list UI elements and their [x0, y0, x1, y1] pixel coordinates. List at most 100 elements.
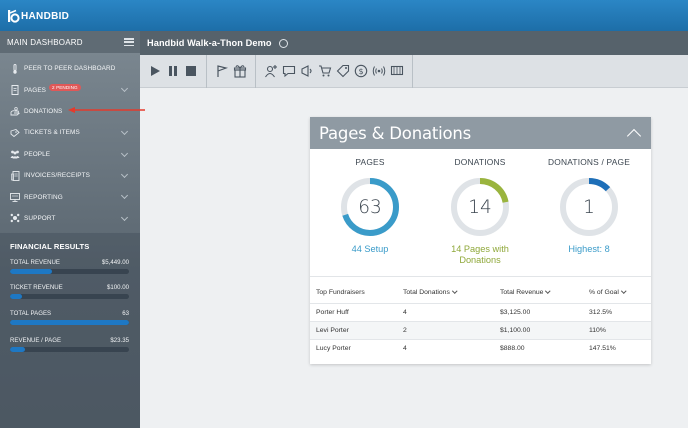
play-icon[interactable]	[147, 63, 163, 79]
toolbar: $	[140, 54, 688, 88]
svg-text:$: $	[358, 67, 363, 76]
donations-per-page-stat: DONATIONS / PAGE 1 Highest: 8	[534, 149, 644, 255]
document-icon	[10, 85, 20, 96]
sidebar-item-label: REPORTING	[24, 193, 63, 201]
stats-row: PAGES 63 44 Setup DONATIONS 14 14 Pages …	[310, 149, 651, 277]
cell-name: Lucy Porter	[310, 339, 397, 358]
table-row[interactable]: Lucy Porter 4 $888.00 147.51%	[310, 339, 651, 358]
cell-donations: 4	[397, 302, 494, 322]
flag-icon[interactable]	[214, 63, 230, 79]
donut-value: 63	[358, 196, 382, 218]
cell-name: Porter Huff	[310, 302, 397, 322]
tag-icon[interactable]	[335, 63, 351, 79]
add-user-icon[interactable]	[263, 63, 279, 79]
sidebar-item-label: SUPPORT	[24, 214, 56, 222]
col-total-revenue[interactable]: Total Revenue	[494, 283, 583, 303]
sidebar-header: MAIN DASHBOARD	[0, 31, 140, 53]
sidebar-item-label: DONATIONS	[24, 107, 63, 115]
chevron-down-icon	[120, 85, 129, 93]
fin-label: TOTAL REVENUE	[10, 259, 61, 266]
red-arrow-annotation	[68, 107, 145, 113]
financial-results-title: FINANCIAL RESULTS	[10, 242, 90, 251]
table-row[interactable]: Porter Huff 4 $3,125.00 312.5%	[310, 302, 651, 322]
logo-text: HANDBID	[21, 10, 70, 22]
progress-fill	[10, 294, 22, 299]
chevron-down-icon	[120, 170, 129, 178]
gear-icon[interactable]	[278, 38, 288, 48]
event-tools	[207, 54, 256, 88]
col-label: Total Revenue	[500, 289, 544, 297]
report-icon	[10, 192, 20, 202]
communication-tools: $	[256, 54, 413, 88]
signal-icon[interactable]	[371, 63, 387, 79]
sidebar-item-pages[interactable]: PAGES 2 PENDING	[0, 79, 140, 100]
sort-chevron-icon	[545, 288, 551, 293]
cell-revenue: $3,125.00	[494, 302, 583, 322]
handbid-logo-icon	[8, 9, 20, 23]
donations-stat: DONATIONS 14 14 Pages with Donations	[425, 149, 535, 266]
sidebar-item-invoices-receipts[interactable]: INVOICES/RECEIPTS	[0, 165, 140, 186]
ticket-icon	[10, 128, 20, 138]
donut-value: 14	[468, 196, 492, 218]
cart-icon[interactable]	[317, 63, 333, 79]
fin-label: TICKET REVENUE	[10, 284, 63, 291]
display-icon[interactable]	[389, 63, 405, 79]
stat-label: PAGES	[355, 157, 385, 167]
col-label: % of Goal	[589, 289, 619, 297]
progress-track	[10, 347, 129, 352]
sidebar-item-people[interactable]: PEOPLE	[0, 144, 140, 165]
cell-donations: 2	[397, 320, 494, 340]
col-label: Total Donations	[403, 289, 450, 297]
handbid-logo[interactable]: HANDBID	[7, 8, 69, 24]
event-title: Handbid Walk-a-Thon Demo	[147, 38, 272, 48]
top-bar: HANDBID	[0, 0, 688, 31]
broadcast-icon[interactable]	[299, 63, 315, 79]
col-percent-of-goal[interactable]: % of Goal	[583, 283, 651, 303]
donations-donut: 14	[449, 176, 511, 238]
sort-chevron-icon	[621, 288, 627, 293]
table-header-row: Top Fundraisers Total Donations Total Re…	[310, 283, 651, 303]
sidebar-item-peer-to-peer-dashboard[interactable]: PEER TO PEER DASHBOARD	[0, 58, 140, 79]
dollar-icon[interactable]: $	[353, 63, 369, 79]
progress-fill	[10, 269, 52, 274]
chat-icon[interactable]	[281, 63, 297, 79]
playback-controls	[140, 54, 207, 88]
cell-donations: 4	[397, 339, 494, 358]
sidebar-item-label: INVOICES/RECEIPTS	[24, 172, 90, 180]
sidebar-item-label: PAGES	[24, 86, 47, 94]
cell-revenue: $1,100.00	[494, 320, 583, 340]
cell-name: Levi Porter	[310, 320, 397, 340]
fin-label: TOTAL PAGES	[10, 310, 52, 317]
chevron-down-icon	[120, 213, 129, 221]
chevron-down-icon	[120, 128, 129, 136]
col-top-fundraisers: Top Fundraisers	[316, 289, 365, 297]
pages-donations-card: Pages & Donations PAGES 63 44 Setup DONA…	[310, 117, 651, 364]
sidebar-nav: PEER TO PEER DASHBOARD PAGES 2 PENDING D…	[0, 53, 140, 229]
donations-per-page-donut: 1	[558, 176, 620, 238]
col-total-donations[interactable]: Total Donations	[397, 283, 494, 303]
table-row[interactable]: Levi Porter 2 $1,100.00 110%	[310, 320, 651, 340]
stop-icon[interactable]	[183, 63, 199, 79]
chevron-up-icon[interactable]	[626, 128, 642, 144]
hamburger-menu-icon[interactable]	[124, 38, 134, 46]
thermometer-icon	[10, 63, 20, 74]
people-icon	[10, 149, 20, 159]
donation-icon	[10, 106, 20, 116]
gift-icon[interactable]	[232, 63, 248, 79]
progress-track	[10, 320, 129, 325]
fin-value: $23.35	[110, 337, 129, 344]
support-icon	[10, 213, 20, 223]
sidebar-item-tickets-items[interactable]: TICKETS & ITEMS	[0, 122, 140, 143]
fin-value: $100.00	[106, 284, 129, 291]
progress-fill	[10, 347, 26, 352]
pages-donut: 63	[339, 176, 401, 238]
sidebar-item-support[interactable]: SUPPORT	[0, 208, 140, 229]
financial-results: FINANCIAL RESULTS TOTAL REVENUE $5,449.0…	[0, 233, 140, 428]
pages-stat: PAGES 63 44 Setup	[315, 149, 425, 255]
pause-icon[interactable]	[165, 63, 181, 79]
main-dashboard-link[interactable]: MAIN DASHBOARD	[7, 38, 83, 47]
sidebar-item-reporting[interactable]: REPORTING	[0, 186, 140, 207]
top-fundraisers-table: Top Fundraisers Total Donations Total Re…	[310, 283, 651, 358]
cell-goal: 110%	[583, 320, 651, 340]
progress-track	[10, 269, 129, 274]
